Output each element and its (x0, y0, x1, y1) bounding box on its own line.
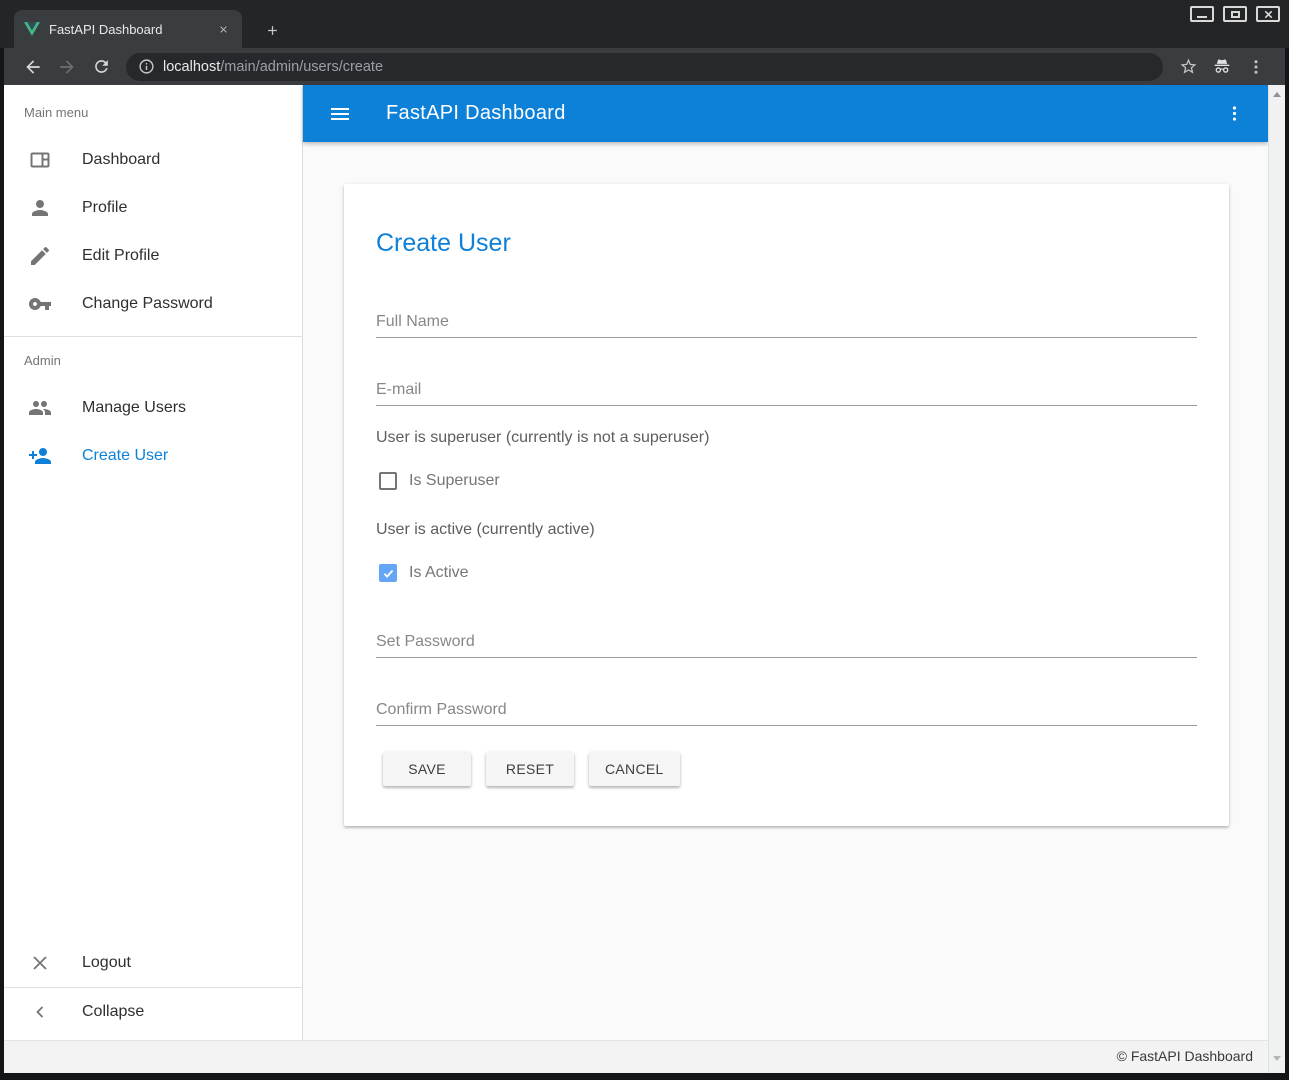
window-controls (1190, 6, 1280, 22)
vertical-scrollbar[interactable] (1268, 85, 1285, 1073)
save-button[interactable]: SAVE (383, 752, 471, 786)
is-superuser-checkbox[interactable]: Is Superuser (379, 472, 500, 490)
sidebar-item-label: Edit Profile (82, 247, 159, 265)
sidebar-item-label: Collapse (82, 1003, 144, 1021)
hamburger-menu-icon[interactable] (328, 102, 352, 126)
superuser-note: User is superuser (currently is not a su… (376, 429, 709, 447)
page-title: Create User (376, 228, 511, 258)
sidebar-item-manage-users[interactable]: Manage Users (4, 384, 302, 432)
sidebar-item-label: Change Password (82, 295, 213, 313)
back-button[interactable] (20, 54, 46, 80)
sidebar-item-change-password[interactable]: Change Password (4, 280, 302, 328)
full-name-input[interactable] (376, 306, 1197, 338)
confirm-password-input[interactable] (376, 694, 1197, 726)
url-text: localhost/main/admin/users/create (163, 59, 383, 75)
browser-titlebar: FastAPI Dashboard (0, 0, 1289, 48)
form-buttons: SAVE RESET CANCEL (383, 752, 680, 786)
minimize-icon (1197, 16, 1207, 18)
checkbox-checked-icon (379, 564, 397, 582)
sidebar-bottom: Logout Collapse (4, 939, 302, 1036)
sidebar: Main menu Dashboard Profile Edit Profile… (4, 85, 303, 1040)
checkbox-label: Is Superuser (409, 472, 500, 490)
sidebar-item-label: Logout (82, 954, 131, 972)
chevron-left-icon (28, 1000, 52, 1024)
scrollbar-down-arrow-icon[interactable] (1273, 1056, 1281, 1061)
sidebar-item-logout[interactable]: Logout (4, 939, 302, 987)
email-input[interactable] (376, 374, 1197, 406)
create-user-card: Create User User is superuser (currently… (344, 184, 1229, 826)
sidebar-item-collapse[interactable]: Collapse (4, 988, 302, 1036)
appbar-title: FastAPI Dashboard (386, 102, 566, 125)
close-icon (1263, 9, 1274, 20)
appbar-kebab-icon[interactable] (1222, 102, 1246, 126)
window-close-button[interactable] (1256, 6, 1280, 22)
checkbox-label: Is Active (409, 564, 469, 582)
window-minimize-button[interactable] (1190, 6, 1214, 22)
sidebar-item-label: Profile (82, 199, 127, 217)
reset-button[interactable]: RESET (486, 752, 574, 786)
maximize-icon (1231, 11, 1240, 18)
sidebar-item-profile[interactable]: Profile (4, 184, 302, 232)
active-note: User is active (currently active) (376, 521, 595, 539)
vue-favicon-icon (24, 22, 40, 36)
sidebar-item-label: Create User (82, 447, 168, 465)
sidebar-caption-main-menu: Main menu (4, 85, 302, 136)
bookmark-star-icon[interactable] (1175, 54, 1201, 80)
dashboard-icon (28, 148, 52, 172)
forward-button[interactable] (54, 54, 80, 80)
main-content: Create User User is superuser (currently… (303, 142, 1268, 1040)
window-maximize-button[interactable] (1223, 6, 1247, 22)
person-add-icon (28, 444, 52, 468)
sidebar-caption-admin: Admin (4, 337, 302, 384)
sidebar-item-dashboard[interactable]: Dashboard (4, 136, 302, 184)
is-active-checkbox[interactable]: Is Active (379, 564, 469, 582)
page-footer: © FastAPI Dashboard (4, 1040, 1285, 1073)
pencil-icon (28, 244, 52, 268)
group-icon (28, 396, 52, 420)
tab-close-icon[interactable] (215, 21, 232, 38)
browser-toolbar: localhost/main/admin/users/create (4, 48, 1285, 85)
sidebar-item-label: Dashboard (82, 151, 160, 169)
set-password-input[interactable] (376, 626, 1197, 658)
person-icon (28, 196, 52, 220)
browser-menu-kebab-icon[interactable] (1243, 54, 1269, 80)
appbar: FastAPI Dashboard (303, 85, 1268, 142)
browser-tab[interactable]: FastAPI Dashboard (14, 10, 242, 48)
cancel-button[interactable]: CANCEL (589, 752, 680, 786)
new-tab-icon[interactable] (258, 16, 286, 44)
sidebar-item-label: Manage Users (82, 399, 186, 417)
checkbox-unchecked-icon (379, 472, 397, 490)
scrollbar-up-arrow-icon[interactable] (1273, 92, 1281, 97)
site-info-icon[interactable] (138, 58, 155, 75)
tab-title: FastAPI Dashboard (49, 22, 215, 37)
close-icon (28, 951, 52, 975)
sidebar-item-edit-profile[interactable]: Edit Profile (4, 232, 302, 280)
url-host: localhost (163, 59, 220, 75)
key-icon (28, 292, 52, 316)
copyright-text: © FastAPI Dashboard (1117, 1048, 1253, 1064)
sidebar-item-create-user[interactable]: Create User (4, 432, 302, 480)
url-path: /main/admin/users/create (220, 59, 383, 75)
incognito-icon (1209, 54, 1235, 80)
reload-button[interactable] (88, 54, 114, 80)
address-bar[interactable]: localhost/main/admin/users/create (126, 53, 1163, 81)
